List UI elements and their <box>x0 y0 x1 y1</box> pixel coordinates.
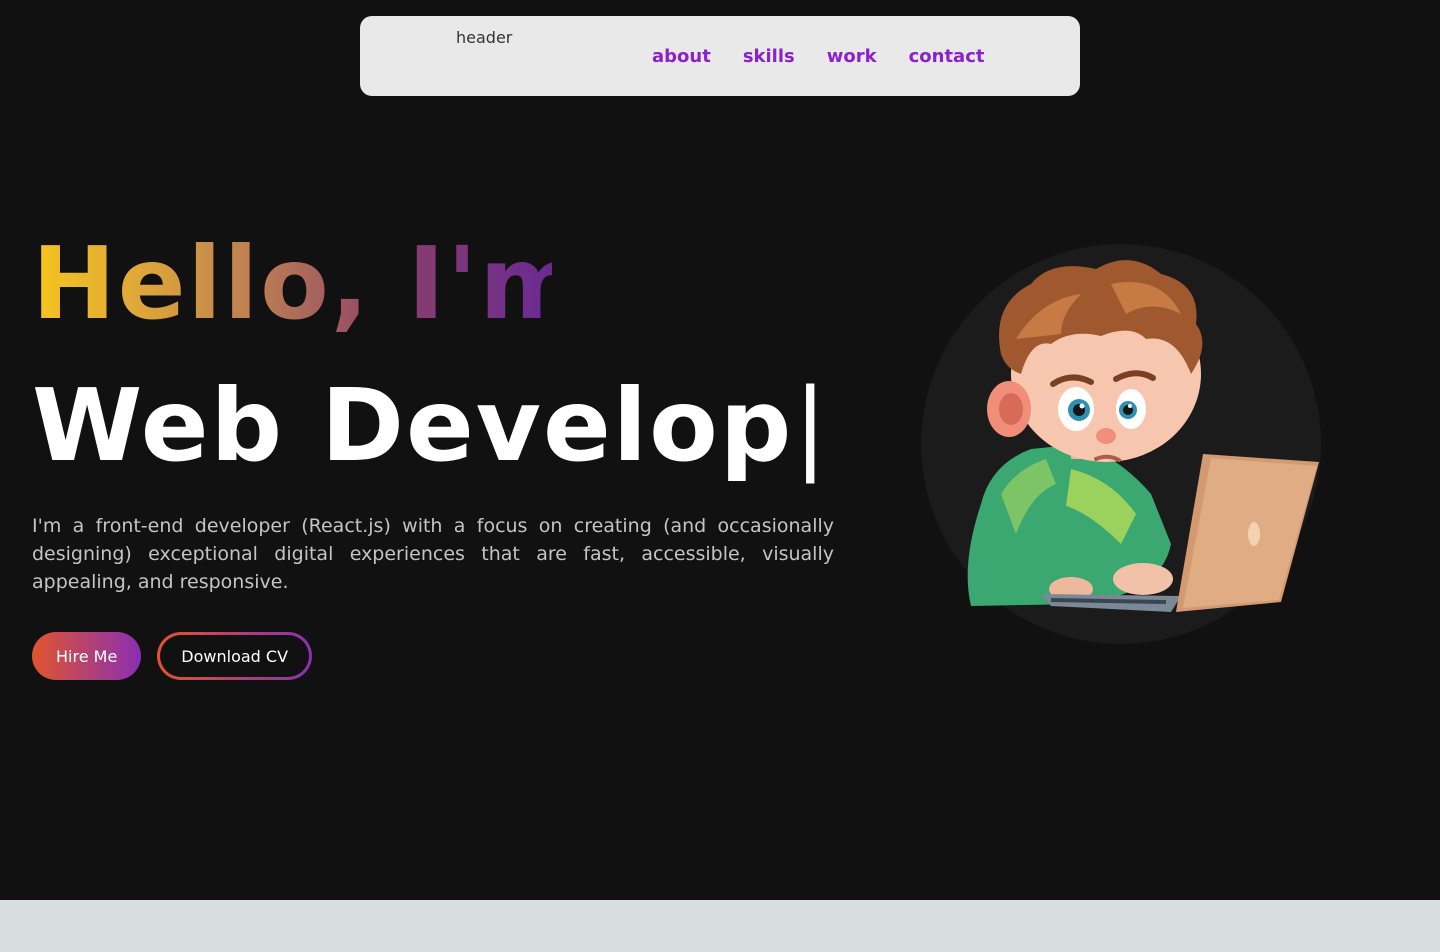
nav-link-contact[interactable]: contact <box>909 46 985 67</box>
avatar-backdrop <box>921 244 1321 644</box>
typed-role-text: Web Develop <box>32 367 794 484</box>
nav-link-work[interactable]: work <box>827 46 877 67</box>
hero-role: Web Develop| <box>32 366 829 486</box>
download-cv-button[interactable]: Download CV <box>160 635 310 677</box>
download-cv-border: Download CV <box>157 632 313 680</box>
next-section-strip <box>0 900 1440 952</box>
typing-cursor: | <box>793 367 830 484</box>
hero-bio: I'm a front-end developer (React.js) wit… <box>32 515 834 593</box>
header-logo[interactable]: header <box>456 28 512 47</box>
hero-actions: Hire Me Download CV <box>32 632 313 680</box>
main-nav: about skills work contact <box>652 16 984 96</box>
hero-greeting: Hello, I'm <box>32 225 586 342</box>
logo-alt-text: header <box>456 28 513 47</box>
avatar-illustration <box>967 260 1319 612</box>
nav-link-about[interactable]: about <box>652 46 711 67</box>
hire-me-button[interactable]: Hire Me <box>32 632 142 680</box>
nav-link-skills[interactable]: skills <box>743 46 795 67</box>
site-header: header about skills work contact <box>360 16 1080 96</box>
